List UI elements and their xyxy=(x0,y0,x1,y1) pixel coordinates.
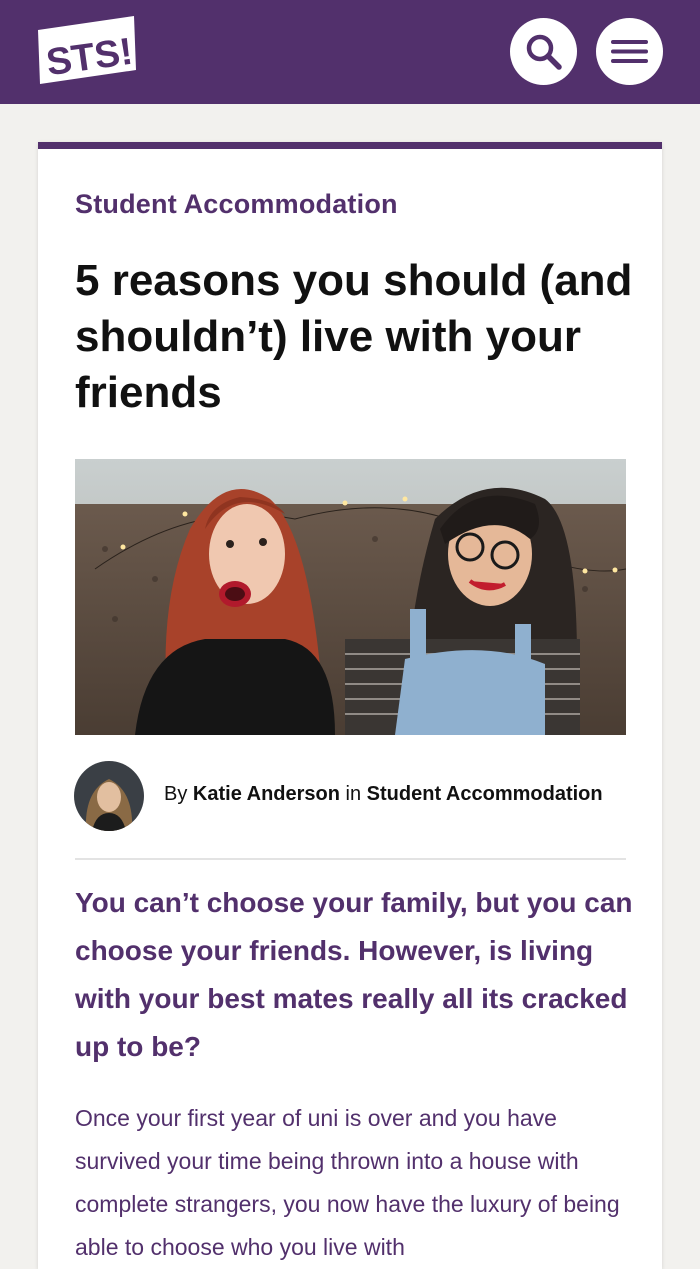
menu-button[interactable] xyxy=(596,18,663,85)
sts-logo[interactable]: STS! xyxy=(36,16,138,84)
author-link[interactable]: Katie Anderson xyxy=(193,783,340,805)
hamburger-menu-icon xyxy=(611,40,648,63)
article-intro: You can’t choose your family, but you ca… xyxy=(75,887,633,1062)
search-button[interactable] xyxy=(510,18,577,85)
section-link[interactable]: Student Accommodation xyxy=(367,783,603,805)
article-hero-image xyxy=(75,459,626,735)
article-card: Student Accommodation 5 reasons you shou… xyxy=(38,142,662,1269)
article-title: 5 reasons you should (and shouldn’t) liv… xyxy=(75,256,633,417)
byline-prefix: By xyxy=(164,783,188,805)
byline-connector: in xyxy=(345,783,362,805)
author-avatar[interactable] xyxy=(74,761,144,831)
article-byline: By Katie Anderson in Student Accommodati… xyxy=(164,783,603,806)
search-icon xyxy=(526,34,562,70)
article-category[interactable]: Student Accommodation xyxy=(75,189,398,220)
site-header: STS! xyxy=(0,0,700,104)
article-body-paragraph: Once your first year of uni is over and … xyxy=(75,1105,620,1260)
divider xyxy=(75,858,626,860)
